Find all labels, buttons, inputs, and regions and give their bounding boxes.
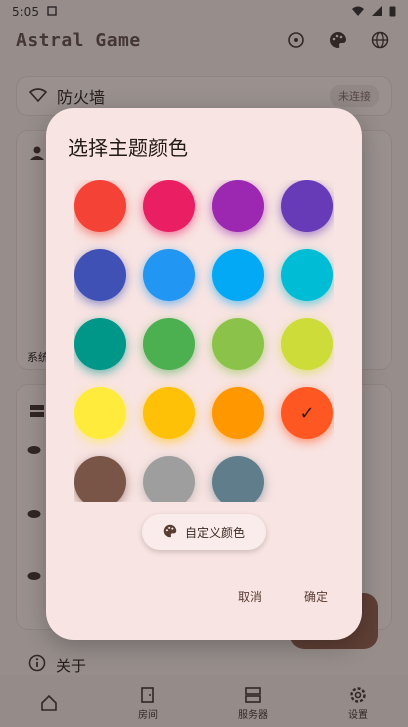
- color-swatch[interactable]: [281, 318, 333, 370]
- color-swatch[interactable]: [143, 387, 195, 439]
- color-swatch[interactable]: [74, 180, 126, 232]
- color-swatch[interactable]: [143, 249, 195, 301]
- color-swatch[interactable]: [212, 318, 264, 370]
- color-swatch[interactable]: [212, 456, 264, 502]
- color-swatch[interactable]: [143, 180, 195, 232]
- color-swatch[interactable]: [212, 249, 264, 301]
- color-swatch[interactable]: [212, 180, 264, 232]
- color-swatch[interactable]: [281, 180, 333, 232]
- palette-icon: [163, 524, 177, 541]
- color-swatch[interactable]: [281, 249, 333, 301]
- cancel-button[interactable]: 取消: [238, 588, 262, 605]
- color-swatch[interactable]: [212, 387, 264, 439]
- check-icon: ✓: [299, 402, 315, 424]
- color-swatch-grid: ✓: [74, 180, 334, 502]
- color-swatch[interactable]: [74, 249, 126, 301]
- color-swatch[interactable]: [143, 318, 195, 370]
- custom-color-button[interactable]: 自定义颜色: [142, 514, 266, 550]
- color-swatch[interactable]: [74, 456, 126, 502]
- custom-color-label: 自定义颜色: [184, 525, 245, 540]
- dialog-title: 选择主题颜色: [68, 136, 188, 160]
- dialog-actions: 取消 确定: [238, 588, 328, 605]
- color-swatch[interactable]: [74, 387, 126, 439]
- color-swatch[interactable]: [143, 456, 195, 502]
- color-swatch[interactable]: [74, 318, 126, 370]
- color-swatch[interactable]: ✓: [281, 387, 333, 439]
- theme-color-dialog: 选择主题颜色 ✓ 自定义颜色 取消 确定: [46, 108, 362, 640]
- confirm-button[interactable]: 确定: [304, 588, 328, 605]
